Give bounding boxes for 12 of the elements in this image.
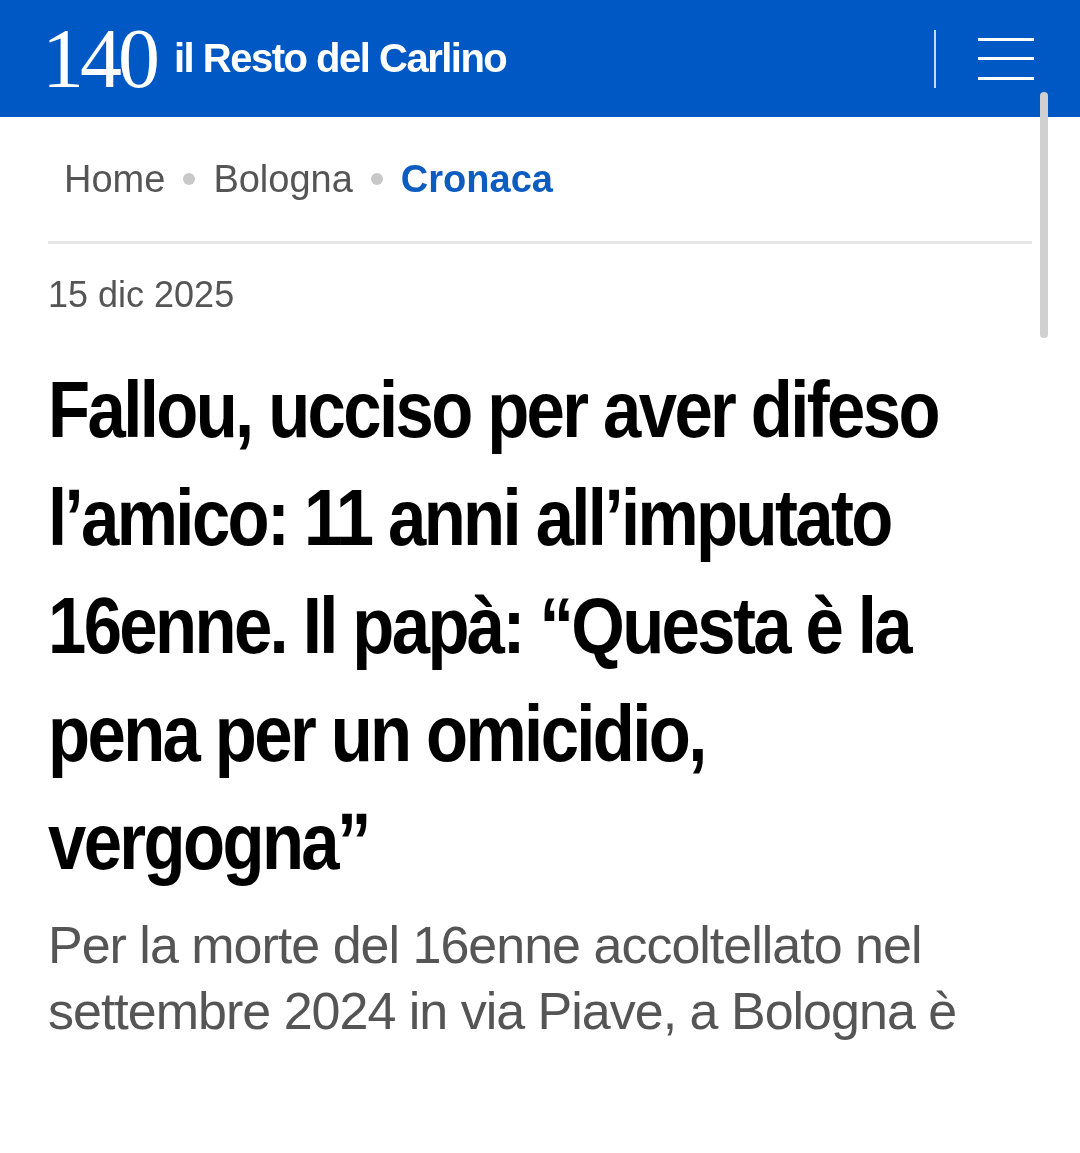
breadcrumb-link[interactable]: Home — [64, 157, 166, 201]
breadcrumb-link[interactable]: Bologna — [213, 157, 353, 201]
breadcrumb-link[interactable]: Cronaca — [400, 157, 553, 201]
logo-text[interactable]: il Resto del Carlino — [174, 36, 507, 81]
menu-icon[interactable] — [978, 37, 1034, 80]
scrollbar[interactable] — [1040, 92, 1048, 338]
separator-dot-icon — [370, 173, 383, 185]
article-headline: Fallou, ucciso per aver difeso l’amico: 11 anni all’imputato 16enne. Il papà: “Questa è la pena per un omicidio, vergogna” — [48, 364, 939, 888]
logo-mark[interactable]: 140 — [42, 16, 156, 101]
article-date: 15 dic 2025 — [47, 273, 236, 316]
separator-dot-icon — [183, 173, 196, 185]
article-summary: Per la morte del 16enne accoltellato nel settembre 2024 in via Piave, a Bologna è — [48, 915, 958, 1042]
